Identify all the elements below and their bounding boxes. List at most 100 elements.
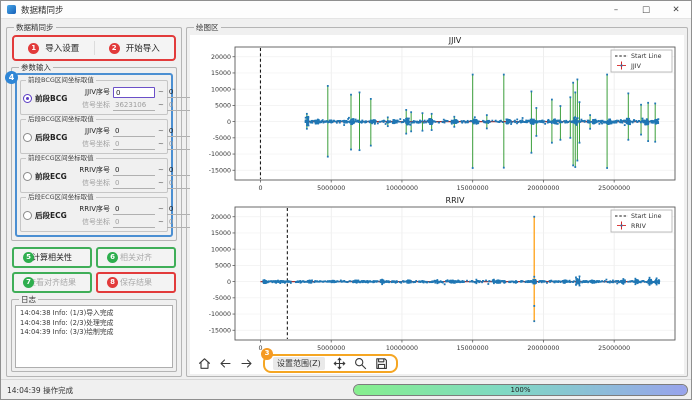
radio-dot [23, 172, 32, 181]
status-bar: 14:04:39 操作完成 100% [1, 379, 691, 399]
tilde: ~ [158, 205, 164, 213]
radio-dot [23, 94, 32, 103]
progress-bar: 100% [353, 384, 688, 396]
jjiv-chart[interactable]: 0500000010000000150000002000000025000000… [191, 35, 685, 195]
svg-text:RRIV: RRIV [631, 223, 647, 230]
step-badge-7: 7 [23, 277, 34, 288]
field-label: 信号坐标 [73, 217, 110, 227]
status-message: 14:04:39 操作完成 [7, 385, 73, 396]
radio-front-ecg[interactable]: 前段ECG [23, 171, 73, 182]
svg-text:Start Line: Start Line [631, 53, 662, 60]
section-front-ecg-title: 前段ECG区间坐标取值 [26, 154, 96, 163]
tilde: ~ [158, 88, 164, 96]
tilde: ~ [158, 127, 164, 135]
svg-text:25000000: 25000000 [598, 345, 630, 352]
start-import-button[interactable]: 2 开始导入 [95, 37, 175, 59]
svg-text:-10000: -10000 [209, 311, 231, 318]
log-line: 14:04:38 Info: (1/3)导入完成 [20, 309, 168, 319]
minimize-button[interactable]: – [601, 1, 631, 18]
back-icon[interactable] [219, 357, 232, 370]
svg-text:10000000: 10000000 [386, 185, 418, 192]
svg-text:10000: 10000 [211, 86, 231, 93]
rriv-chart[interactable]: 0500000010000000150000002000000025000000… [191, 195, 685, 355]
forward-icon[interactable] [240, 357, 253, 370]
pan-icon[interactable] [333, 357, 346, 370]
svg-text:-5000: -5000 [213, 295, 231, 302]
radio-rear-bcg[interactable]: 后段BCG [23, 132, 73, 143]
front-ecg-coord-start-input[interactable]: 0 [113, 178, 155, 189]
svg-text:20000000: 20000000 [527, 185, 559, 192]
progress-value: 100% [354, 385, 687, 395]
svg-text:-10000: -10000 [209, 151, 231, 158]
section-front-bcg: 前段BCG区间坐标取值 前段BCG JJIV序号 0 ~ 0 [20, 80, 168, 115]
svg-text:5000: 5000 [215, 263, 231, 270]
svg-text:Start Line: Start Line [631, 213, 662, 220]
import-settings-label: 导入设置 [45, 42, 79, 54]
plot-canvas: 0 5000000 10000000 15000000 20000000 25000000… [190, 35, 684, 374]
maximize-button[interactable]: □ [631, 1, 661, 18]
view-align-result-label: 查看对齐结果 [28, 277, 76, 288]
tilde: ~ [158, 101, 164, 109]
svg-text:15000: 15000 [211, 230, 231, 237]
sync-panel-title: 数据精同步 [14, 22, 56, 33]
radio-rear-bcg-label: 后段BCG [35, 132, 67, 143]
save-result-button[interactable]: 8 保存结果 [96, 272, 176, 293]
import-settings-button[interactable]: 1 导入设置 [14, 37, 94, 59]
plot-panel: 绘图区 050000001000000015000000200000002500… [186, 27, 688, 377]
plot-panel-title: 绘图区 [194, 22, 221, 33]
save-icon[interactable] [375, 357, 388, 370]
radio-dot [23, 133, 32, 142]
step-badge-6: 6 [107, 252, 118, 263]
compute-correlation-label: 计算相关性 [32, 252, 72, 263]
close-button[interactable]: ✕ [661, 1, 691, 18]
window-title: 数据精同步 [21, 4, 64, 16]
zoom-icon[interactable] [354, 357, 367, 370]
svg-text:15000000: 15000000 [457, 185, 489, 192]
svg-text:5000000: 5000000 [317, 345, 345, 352]
rear-bcg-index-start-input[interactable]: 0 [113, 126, 155, 137]
window-controls: – □ ✕ [601, 1, 691, 18]
tilde: ~ [158, 179, 164, 187]
field-label: JJIV序号 [73, 126, 110, 136]
radio-front-bcg[interactable]: 前段BCG [23, 93, 73, 104]
set-range-button[interactable]: 设置范围(Z) [273, 357, 325, 370]
tilde: ~ [158, 140, 164, 148]
rear-ecg-coord-start-input[interactable]: 0 [113, 217, 155, 228]
front-ecg-index-start-input[interactable]: 0 [113, 165, 155, 176]
svg-text:0: 0 [258, 185, 262, 192]
radio-rear-ecg[interactable]: 后段ECG [23, 210, 73, 221]
range-tool-group: 3 设置范围(Z) [263, 354, 398, 373]
radio-front-ecg-label: 前段ECG [35, 171, 67, 182]
home-icon[interactable] [198, 357, 211, 370]
rear-ecg-index-start-input[interactable]: 0 [113, 204, 155, 215]
field-label: RRIV序号 [73, 204, 110, 214]
svg-text:15000000: 15000000 [457, 345, 489, 352]
svg-text:15000: 15000 [211, 70, 231, 77]
section-rear-bcg: 后段BCG区间坐标取值 后段BCG JJIV序号 0 ~ 0 [20, 119, 168, 154]
front-bcg-coord-start-input[interactable]: 3623106 [113, 100, 155, 111]
front-bcg-index-start-input[interactable]: 0 [113, 87, 155, 98]
sync-panel: 数据精同步 1 导入设置 2 开始导入 参数输入 4 前段BCG区间坐标取值 [6, 27, 182, 377]
tilde: ~ [158, 166, 164, 174]
svg-text:10000: 10000 [211, 246, 231, 253]
svg-text:0: 0 [227, 279, 231, 286]
field-label: 信号坐标 [73, 178, 110, 188]
svg-text:-15000: -15000 [209, 327, 231, 334]
rear-bcg-coord-start-input[interactable]: 0 [113, 139, 155, 150]
view-align-result-button[interactable]: 7 查看对齐结果 [12, 272, 92, 293]
parameters-highlight-box: 4 前段BCG区间坐标取值 前段BCG JJIV序号 0 [15, 73, 173, 237]
svg-text:5000000: 5000000 [317, 185, 345, 192]
section-front-bcg-title: 前段BCG区间坐标取值 [26, 76, 96, 85]
log-group-title: 日志 [19, 294, 38, 305]
correlation-align-button[interactable]: 6 相关对齐 [96, 247, 176, 268]
section-rear-ecg: 后段ECG区间坐标取值 后段ECG RRIV序号 0 ~ 0 [20, 197, 168, 232]
app-window: 数据精同步 – □ ✕ 数据精同步 1 导入设置 2 开始导入 参数输入 4 [0, 0, 692, 400]
log-area[interactable]: 14:04:38 Info: (1/3)导入完成 14:04:38 Info: … [15, 305, 173, 368]
section-rear-bcg-title: 后段BCG区间坐标取值 [26, 115, 96, 124]
svg-text:JJIV: JJIV [448, 36, 462, 45]
app-icon [7, 5, 16, 14]
log-line: 14:04:38 Info: (2/3)处理完成 [20, 319, 168, 329]
step-badge-3: 3 [261, 348, 273, 360]
svg-text:5000: 5000 [215, 103, 231, 110]
compute-correlation-button[interactable]: 5 计算相关性 [12, 247, 92, 268]
